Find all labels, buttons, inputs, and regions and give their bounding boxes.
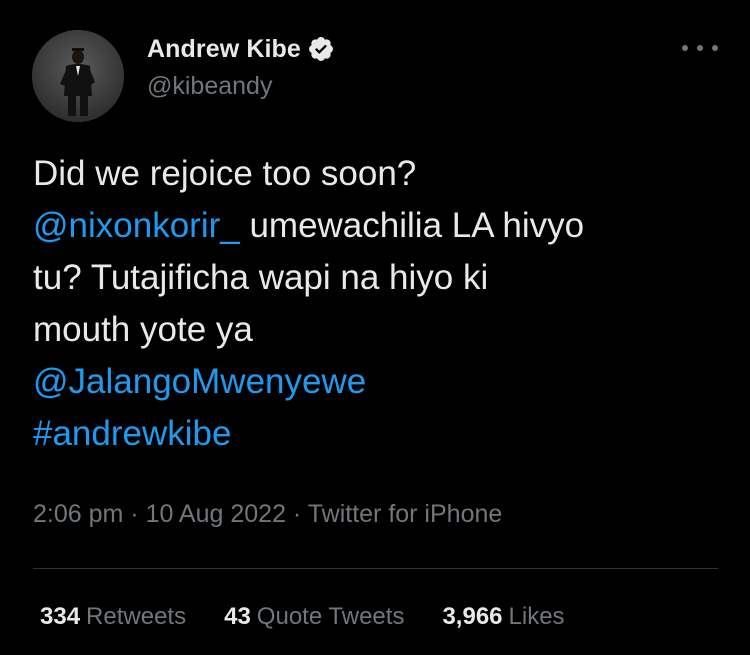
tweet-meta: 2:06 pm · 10 Aug 2022 · Twitter for iPho… — [33, 500, 502, 529]
verified-badge-icon — [308, 37, 333, 61]
more-dot — [682, 45, 688, 51]
likes-stat[interactable]: 3,966 Likes — [442, 603, 564, 631]
handle[interactable]: @kibeandy — [147, 72, 335, 101]
tweet-text-segment: tu? Tutajificha wapi na hiyo ki — [33, 258, 489, 297]
avatar[interactable] — [32, 30, 124, 122]
tweet-text-segment: umewachilia LA hivyo — [239, 206, 585, 245]
tweet-text-segment: mouth yote ya — [33, 310, 253, 349]
meta-separator: · — [123, 500, 146, 528]
author-header: Andrew Kibe @kibeandy — [147, 34, 335, 101]
tweet-time[interactable]: 2:06 pm — [33, 500, 123, 528]
engagement-stats: 334 Retweets 43 Quote Tweets 3,966 Likes — [40, 603, 565, 631]
mention-link[interactable]: @nixonkorir_ — [33, 206, 240, 245]
tweet-text-line: #andrewkibe — [33, 408, 733, 460]
retweets-count: 334 — [40, 603, 81, 630]
tweet-text-line: @nixonkorir_ umewachilia LA hivyo — [33, 200, 733, 252]
likes-count: 3,966 — [442, 603, 503, 630]
tweet-card: Andrew Kibe @kibeandy Did we rejoice too… — [0, 0, 750, 655]
tweet-text-line: tu? Tutajificha wapi na hiyo ki — [33, 252, 733, 304]
display-name[interactable]: Andrew Kibe — [147, 35, 301, 64]
meta-separator: · — [285, 500, 308, 528]
likes-label: Likes — [508, 603, 565, 630]
quote-tweets-label: Quote Tweets — [256, 603, 405, 630]
more-dot — [712, 45, 718, 51]
divider — [33, 568, 718, 569]
tweet-client[interactable]: Twitter for iPhone — [308, 500, 503, 528]
tweet-date[interactable]: 10 Aug 2022 — [146, 500, 286, 528]
display-name-row: Andrew Kibe — [147, 34, 335, 64]
more-options-icon[interactable] — [682, 36, 718, 60]
profile-photo — [32, 30, 124, 122]
tweet-text-segment: Did we rejoice too soon? — [33, 154, 417, 193]
tweet-text-line: Did we rejoice too soon? — [33, 148, 733, 200]
more-dot — [697, 45, 703, 51]
tweet-text-line: mouth yote ya — [33, 304, 733, 356]
quote-tweets-count: 43 — [224, 603, 251, 630]
retweets-stat[interactable]: 334 Retweets — [40, 603, 186, 631]
retweets-label: Retweets — [86, 603, 187, 630]
hashtag-link[interactable]: #andrewkibe — [33, 414, 231, 453]
tweet-text: Did we rejoice too soon? @nixonkorir_ ume… — [33, 148, 733, 460]
tweet-text-line: @JalangoMwenyewe — [33, 356, 733, 408]
quote-tweets-stat[interactable]: 43 Quote Tweets — [224, 603, 404, 631]
mention-link[interactable]: @JalangoMwenyewe — [33, 362, 366, 401]
